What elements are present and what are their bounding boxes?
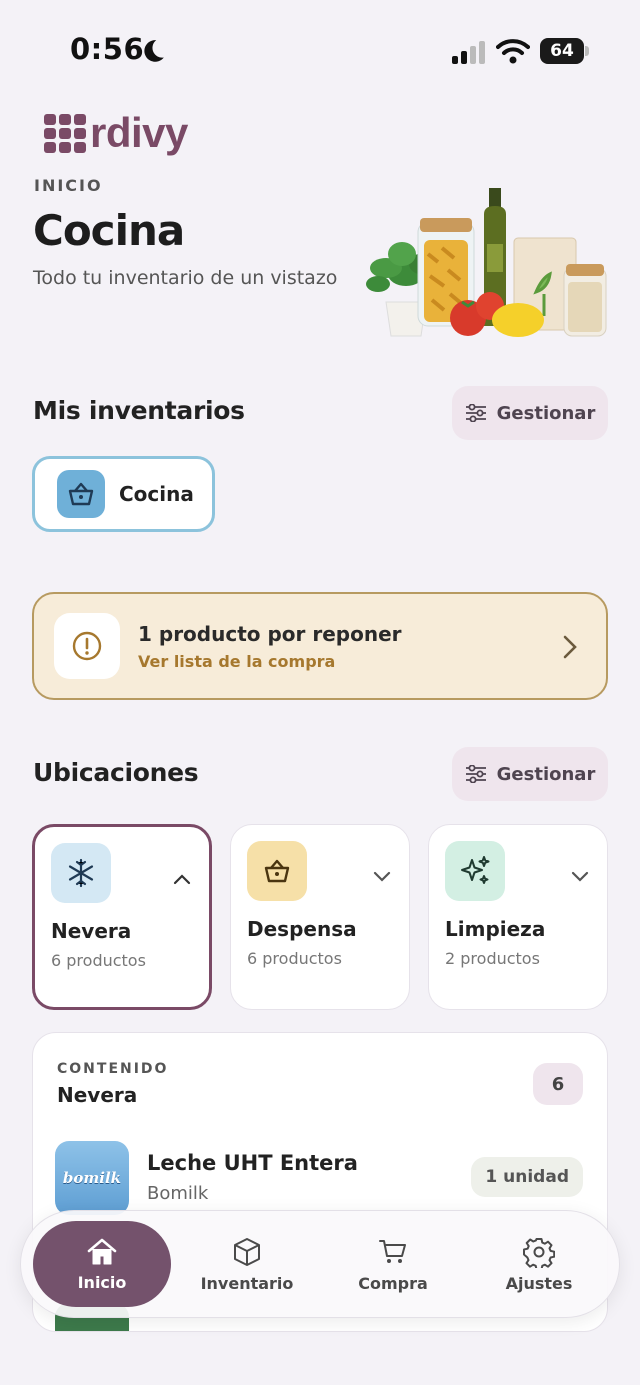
tab-label: Inicio (77, 1272, 127, 1292)
basket-icon (57, 470, 105, 518)
gear-icon (523, 1237, 555, 1268)
tab-compra[interactable]: Compra (324, 1221, 462, 1307)
product-image: bomilk (55, 1141, 129, 1215)
content-count-badge: 6 (533, 1063, 583, 1105)
chevron-right-icon (563, 635, 577, 659)
shopping-list-link[interactable]: Ver lista de la compra (138, 652, 402, 671)
alert-icon (54, 613, 120, 679)
logo-text: rdivy (90, 109, 188, 156)
alert-title: 1 producto por reponer (138, 621, 402, 646)
location-name: Despensa (247, 917, 357, 941)
location-name: Limpieza (445, 917, 546, 941)
signal-icon (452, 41, 485, 64)
location-count: 6 productos (51, 951, 146, 970)
manage-inventories-label: Gestionar (496, 402, 596, 424)
basket-icon (247, 841, 307, 901)
wifi-icon (496, 39, 530, 64)
location-card-despensa[interactable]: Despensa 6 productos (230, 824, 410, 1010)
inventory-chip-cocina[interactable]: Cocina (32, 456, 215, 532)
tab-ajustes[interactable]: Ajustes (470, 1221, 608, 1307)
snowflake-icon (51, 843, 111, 903)
product-quantity[interactable]: 1 unidad (471, 1157, 583, 1197)
location-count: 6 productos (247, 949, 342, 968)
location-card-nevera[interactable]: Nevera 6 productos (32, 824, 212, 1010)
page-subtitle: Todo tu inventario de un vistazo (33, 267, 338, 289)
tab-inventario[interactable]: Inventario (178, 1221, 316, 1307)
chevron-up-icon (173, 874, 191, 885)
bottom-tab-bar: Inicio Inventario Compra Ajustes (20, 1210, 620, 1318)
tab-label: Ajustes (505, 1273, 573, 1293)
chevron-down-icon (571, 871, 589, 882)
chevron-down-icon (373, 871, 391, 882)
sparkles-icon (445, 841, 505, 901)
sliders-icon (465, 404, 486, 422)
box-icon (234, 1237, 260, 1266)
battery-icon: 64 (540, 38, 590, 64)
product-brand: Bomilk (147, 1183, 209, 1204)
page-overline: INICIO (34, 176, 103, 195)
tab-label: Inventario (200, 1273, 294, 1293)
status-time: 0:56 (70, 32, 145, 66)
restock-alert[interactable]: 1 producto por reponer Ver lista de la c… (32, 592, 608, 700)
location-card-limpieza[interactable]: Limpieza 2 productos (428, 824, 608, 1010)
cart-icon (379, 1239, 406, 1263)
manage-inventories-button[interactable]: Gestionar (452, 386, 608, 440)
location-count: 2 productos (445, 949, 540, 968)
battery-level: 64 (540, 38, 584, 64)
inventories-section-title: Mis inventarios (33, 396, 245, 425)
pantry-illustration (366, 188, 607, 337)
status-bar: 0:56 64 (0, 0, 640, 100)
location-name: Nevera (51, 919, 132, 943)
tab-label: Compra (358, 1273, 428, 1293)
content-title: Nevera (57, 1083, 138, 1107)
product-image-label: bomilk (62, 1169, 122, 1187)
manage-locations-button[interactable]: Gestionar (452, 747, 608, 801)
content-overline: CONTENIDO (57, 1061, 169, 1077)
logo-grid-icon (44, 114, 86, 153)
inventory-chip-label: Cocina (119, 482, 194, 506)
manage-locations-label: Gestionar (496, 763, 596, 785)
locations-section-title: Ubicaciones (33, 758, 199, 787)
app-logo: rdivy (44, 98, 188, 154)
page-title: Cocina (33, 206, 185, 255)
product-name: Leche UHT Entera (147, 1151, 358, 1175)
moon-icon (144, 40, 164, 62)
tab-inicio[interactable]: Inicio (33, 1221, 171, 1307)
home-icon (87, 1238, 117, 1264)
sliders-icon (465, 765, 486, 783)
